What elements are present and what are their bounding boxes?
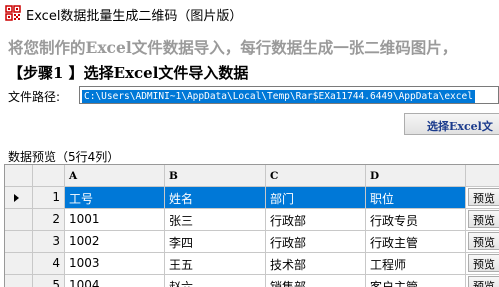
row-number: 1 <box>33 187 65 209</box>
table-row[interactable]: 5 1004 赵六 销售部 客户主管 预览 <box>5 275 499 287</box>
window-title: Excel数据批量生成二维码（图片版） <box>26 9 243 24</box>
row-action: 预览 <box>466 275 499 287</box>
row-indicator <box>5 275 33 287</box>
table-cell[interactable]: 行政专员 <box>366 209 466 231</box>
table-cell[interactable]: 客户主管 <box>366 275 466 287</box>
table-row[interactable]: 3 1002 李四 行政部 行政主管 预览 <box>5 231 499 253</box>
table-cell[interactable]: 1004 <box>65 275 165 287</box>
row-number: 4 <box>33 253 65 275</box>
table-cell[interactable]: 部门 <box>266 187 366 209</box>
file-path-label: 文件路径: <box>8 90 61 104</box>
row-action: 预览 <box>466 231 499 253</box>
file-path-value: C:\Users\ADMINI~1\AppData\Local\Temp\Rar… <box>82 90 475 103</box>
row-action: 预览 <box>466 209 499 231</box>
column-header-a[interactable]: A <box>65 165 165 187</box>
row-preview-button[interactable]: 预览 <box>468 188 499 206</box>
row-number: 3 <box>33 231 65 253</box>
table-cell[interactable]: 行政部 <box>266 209 366 231</box>
table-cell[interactable]: 王五 <box>165 253 266 275</box>
table-cell[interactable]: 1001 <box>65 209 165 231</box>
row-preview-button[interactable]: 预览 <box>468 210 499 228</box>
select-excel-file-button[interactable]: 选择Excel文 <box>404 113 499 135</box>
table-cell[interactable]: 张三 <box>165 209 266 231</box>
table-cell[interactable]: 赵六 <box>165 275 266 287</box>
row-preview-button[interactable]: 预览 <box>468 232 499 250</box>
table-cell[interactable]: 1003 <box>65 253 165 275</box>
table-cell[interactable]: 行政主管 <box>366 231 466 253</box>
row-action: 预览 <box>466 253 499 275</box>
row-indicator <box>5 231 33 253</box>
column-header-b[interactable]: B <box>165 165 266 187</box>
table-cell[interactable]: 技术部 <box>266 253 366 275</box>
table-cell[interactable]: 职位 <box>366 187 466 209</box>
row-indicator <box>5 187 33 209</box>
title-bar: Excel数据批量生成二维码（图片版） <box>0 0 499 26</box>
row-indicator <box>5 209 33 231</box>
table-cell[interactable]: 姓名 <box>165 187 266 209</box>
data-preview-grid[interactable]: A B C D 1 工号 姓名 部门 职位 预览 2 1001 张三 行政部 行… <box>4 164 499 287</box>
table-cell[interactable]: 1002 <box>65 231 165 253</box>
table-cell[interactable]: 行政部 <box>266 231 366 253</box>
data-preview-label: 数据预览（5行4列） <box>8 150 120 164</box>
header-rownum <box>33 165 65 187</box>
table-cell[interactable]: 工程师 <box>366 253 466 275</box>
file-path-input[interactable]: C:\Users\ADMINI~1\AppData\Local\Temp\Rar… <box>79 86 499 104</box>
current-row-arrow-icon <box>14 194 19 202</box>
table-cell[interactable]: 工号 <box>65 187 165 209</box>
row-preview-button[interactable]: 预览 <box>468 254 499 272</box>
table-row[interactable]: 1 工号 姓名 部门 职位 预览 <box>5 187 499 209</box>
row-number: 5 <box>33 275 65 287</box>
header-corner <box>5 165 33 187</box>
row-indicator <box>5 253 33 275</box>
qr-code-icon <box>5 5 21 21</box>
row-preview-button[interactable]: 预览 <box>468 276 499 287</box>
table-cell[interactable]: 销售部 <box>266 275 366 287</box>
table-row[interactable]: 4 1003 王五 技术部 工程师 预览 <box>5 253 499 275</box>
column-header-c[interactable]: C <box>266 165 366 187</box>
table-row[interactable]: 2 1001 张三 行政部 行政专员 预览 <box>5 209 499 231</box>
intro-banner: 将您制作的Excel文件数据导入，每行数据生成一张二维码图片， <box>8 38 458 57</box>
grid-header: A B C D <box>5 165 499 187</box>
column-header-d[interactable]: D <box>366 165 466 187</box>
step1-heading: 【步骤1 】选择Excel文件导入数据 <box>8 64 249 82</box>
row-action: 预览 <box>466 187 499 209</box>
row-number: 2 <box>33 209 65 231</box>
column-header-action <box>466 165 499 187</box>
table-cell[interactable]: 李四 <box>165 231 266 253</box>
